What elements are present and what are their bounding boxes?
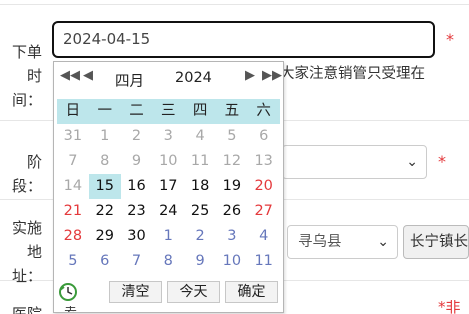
calendar-day[interactable]: 5	[57, 249, 89, 274]
time-row-peek: 丟	[64, 306, 77, 312]
prev-month-icon[interactable]: ◀	[83, 68, 93, 83]
calendar-day[interactable]: 24	[152, 199, 184, 224]
calendar-day[interactable]: 4	[184, 124, 216, 149]
chevron-down-icon: ⌄	[377, 234, 389, 250]
next-month-icon[interactable]: ▶	[245, 68, 255, 83]
calendar-day[interactable]: 21	[57, 199, 89, 224]
calendar-week: 7 8 9 10 11 12 13	[57, 149, 280, 174]
calendar-day[interactable]: 2	[121, 124, 153, 149]
calendar-day[interactable]: 10	[216, 249, 248, 274]
calendar-week: 5 6 7 8 9 10 11	[57, 249, 280, 274]
stage-select[interactable]: ⌄	[282, 145, 427, 179]
weekday-label: 二	[129, 103, 144, 119]
weekday-label: 四	[192, 103, 208, 119]
calendar-day[interactable]: 20	[248, 174, 280, 199]
impl-address-label: 实施地 址：	[0, 216, 42, 288]
calendar-week: 31 1 2 3 4 5 6	[57, 124, 280, 149]
calendar-grid: 日 一 二 三 四 五 六 31 1 2 3 4 5 6 7 8 9 10 11 12 13 14 15 16 1…	[57, 99, 280, 274]
ok-button[interactable]: 确定	[225, 281, 278, 303]
date-picker: ◀◀ ◀ 四月 2024 ▶ ▶▶ 日 一 二 三 四 五 六 31 1 2 3 4 5 6…	[53, 61, 284, 313]
chevron-down-icon: ⌄	[406, 154, 418, 170]
calendar-day[interactable]: 31	[57, 124, 89, 149]
calendar-weeks: 31 1 2 3 4 5 6 7 8 9 10 11 12 13 14 15 16 17 18 19 20 21 22 23 2…	[57, 124, 280, 274]
order-time-label: 下单时 间：	[0, 40, 42, 112]
calendar-day[interactable]: 6	[248, 124, 280, 149]
weekday-label: 五	[224, 103, 240, 119]
calendar-day[interactable]: 5	[216, 124, 248, 149]
calendar-day[interactable]: 17	[152, 174, 184, 199]
next-year-icon[interactable]: ▶▶	[262, 68, 282, 83]
calendar-day[interactable]: 7	[57, 149, 89, 174]
date-picker-footer: 清空 今天 确定	[54, 280, 283, 304]
calendar-day[interactable]: 19	[216, 174, 248, 199]
weekday-header: 日 一 二 三 四 五 六	[57, 99, 280, 124]
notice-text: 大家注意销管只受理在	[280, 66, 425, 82]
clear-button[interactable]: 清空	[109, 281, 162, 303]
bottom-label: 医院加	[11, 305, 42, 314]
county-select-value: 寻乌县	[298, 234, 342, 250]
calendar-day[interactable]: 6	[89, 249, 121, 274]
calendar-day[interactable]: 1	[89, 124, 121, 149]
calendar-week: 28 29 30 1 2 3 4	[57, 224, 280, 249]
impl-address-label-line2: 址：	[11, 267, 42, 285]
clock-icon[interactable]	[58, 282, 78, 302]
calendar-day[interactable]: 2	[184, 224, 216, 249]
calendar-day[interactable]: 30	[121, 224, 153, 249]
calendar-day[interactable]: 1	[152, 224, 184, 249]
county-select[interactable]: 寻乌县 ⌄	[287, 225, 398, 259]
calendar-day[interactable]: 25	[184, 199, 216, 224]
calendar-day[interactable]: 7	[121, 249, 153, 274]
calendar-day[interactable]: 16	[121, 174, 153, 199]
order-time-label-line2: 间：	[11, 91, 42, 109]
month-selector[interactable]: 四月	[115, 70, 144, 91]
today-button[interactable]: 今天	[167, 281, 220, 303]
calendar-day[interactable]: 22	[89, 199, 121, 224]
calendar-day[interactable]: 11	[248, 249, 280, 274]
calendar-day[interactable]: 12	[216, 149, 248, 174]
weekday-label: 日	[65, 103, 81, 119]
order-time-label-line1: 下单时	[11, 43, 42, 85]
prev-year-icon[interactable]: ◀◀	[60, 68, 80, 83]
bottom-required-mark: *非	[438, 300, 461, 314]
row-divider	[0, 4, 469, 5]
calendar-day[interactable]: 3	[152, 124, 184, 149]
calendar-day[interactable]: 14	[57, 174, 89, 199]
calendar-day[interactable]: 23	[121, 199, 153, 224]
impl-address-label-line1: 实施地	[11, 219, 42, 261]
calendar-day[interactable]: 26	[216, 199, 248, 224]
calendar-day-selected[interactable]: 15	[88, 174, 121, 199]
calendar-day[interactable]: 9	[121, 149, 153, 174]
town-select[interactable]: 长宁镇长	[403, 225, 469, 259]
weekday-label: 三	[161, 103, 176, 119]
calendar-day[interactable]: 28	[57, 224, 89, 249]
date-picker-header: ◀◀ ◀ 四月 2024 ▶ ▶▶	[54, 62, 283, 96]
calendar-day[interactable]: 3	[216, 224, 248, 249]
order-time-input[interactable]: 2024-04-15	[52, 21, 435, 58]
calendar-day[interactable]: 8	[152, 249, 184, 274]
calendar-day[interactable]: 18	[184, 174, 216, 199]
calendar-day[interactable]: 9	[184, 249, 216, 274]
stage-label: 阶段：	[11, 153, 42, 195]
weekday-label: 一	[97, 103, 112, 119]
required-mark: *	[446, 30, 454, 49]
calendar-day[interactable]: 13	[248, 149, 280, 174]
weekday-label: 六	[256, 103, 271, 119]
calendar-day[interactable]: 29	[89, 224, 121, 249]
calendar-week: 21 22 23 24 25 26 27	[57, 199, 280, 224]
year-selector[interactable]: 2024	[175, 70, 212, 86]
calendar-day[interactable]: 8	[89, 149, 121, 174]
calendar-day[interactable]: 10	[152, 149, 184, 174]
calendar-day[interactable]: 4	[248, 224, 280, 249]
calendar-day[interactable]: 27	[248, 199, 280, 224]
calendar-week: 14 15 16 17 18 19 20	[57, 174, 280, 199]
calendar-day[interactable]: 11	[184, 149, 216, 174]
stage-required-mark: *	[438, 152, 446, 171]
